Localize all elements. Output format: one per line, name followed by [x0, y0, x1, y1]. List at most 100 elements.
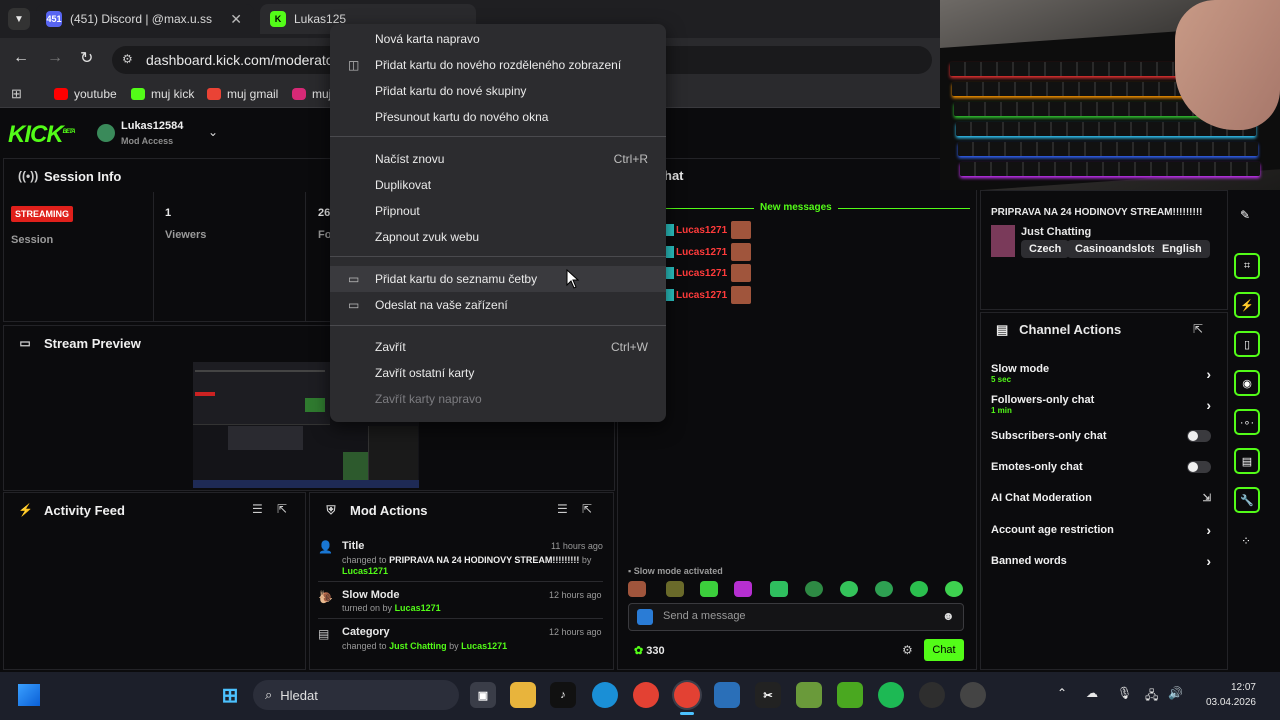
menu-item-close-others[interactable]: Zavřít ostatní karty	[330, 360, 666, 386]
tab-search-button[interactable]: ▼	[8, 8, 30, 30]
stream-category[interactable]: Just Chatting	[1021, 226, 1091, 238]
bookmark-youtube[interactable]: youtube	[54, 85, 117, 103]
widgets-icon[interactable]	[18, 684, 40, 706]
account-age-row[interactable]: Account age restriction ›	[991, 522, 1211, 538]
users-icon[interactable]: ⁘	[1241, 534, 1251, 548]
filter-icon[interactable]: ☰	[252, 502, 263, 516]
popout-icon[interactable]: ⇱	[1193, 322, 1203, 336]
note-icon[interactable]: ▯	[1234, 331, 1260, 357]
emote-icon[interactable]	[700, 581, 718, 597]
spotify-icon[interactable]	[878, 682, 904, 708]
emote-icon[interactable]	[734, 581, 752, 597]
capcut-icon[interactable]: ✂	[755, 682, 781, 708]
cloud-icon[interactable]: ☁	[1086, 686, 1098, 700]
subscribers-only-toggle[interactable]	[1187, 430, 1211, 442]
emoji-icon[interactable]: ☻	[942, 609, 955, 623]
emotes-only-toggle[interactable]	[1187, 461, 1211, 473]
tab-discord[interactable]: 451 (451) Discord | @max.u.ss ✕	[36, 4, 254, 34]
taskbar-search[interactable]: ⌕ Hledat	[253, 680, 459, 710]
emote-icon[interactable]	[666, 581, 684, 597]
send-chat-button[interactable]: Chat	[924, 639, 964, 661]
mod-action-user[interactable]: Lucas1271	[395, 603, 441, 613]
tag-pill[interactable]: English	[1154, 240, 1210, 258]
menu-item-reload[interactable]: Načíst znovu Ctrl+R	[330, 146, 666, 172]
kick-logo[interactable]: KICKBETA	[8, 121, 76, 149]
emote-icon[interactable]	[875, 581, 893, 597]
network-icon[interactable]: 🖧	[1145, 686, 1158, 707]
app-icon[interactable]	[960, 682, 986, 708]
layout-icon[interactable]: ▤	[1234, 448, 1260, 474]
menu-item-duplicate[interactable]: Duplikovat	[330, 172, 666, 198]
minecraft-icon[interactable]	[796, 682, 822, 708]
chevron-down-icon[interactable]: ⌄	[208, 125, 218, 139]
tiktok-icon[interactable]: ♪	[550, 682, 576, 708]
nvidia-icon[interactable]	[837, 682, 863, 708]
menu-item-split-view[interactable]: ◫ Přidat kartu do nového rozděleného zobr…	[330, 52, 666, 78]
popout-icon[interactable]: ⇱	[277, 502, 287, 516]
new-messages-label[interactable]: New messages	[754, 202, 838, 213]
category-thumbnail[interactable]	[991, 225, 1015, 257]
tag-pill[interactable]: Casinoandslots	[1067, 240, 1165, 258]
chevron-up-icon[interactable]: ⌃	[1057, 686, 1067, 700]
bookmark-muj-gmail[interactable]: muj gmail	[207, 85, 278, 103]
mod-action-user[interactable]: Lucas1271	[342, 566, 388, 576]
screen-capture-icon[interactable]	[714, 682, 740, 708]
back-icon[interactable]: ←	[13, 49, 29, 67]
pin-message-icon[interactable]	[637, 609, 653, 625]
followers-only-row[interactable]: Followers-only chat 1 min ›	[991, 394, 1211, 415]
menu-item-label: Přidat kartu do nového rozděleného zobra…	[375, 58, 622, 72]
slow-mode-row[interactable]: Slow mode 5 sec ›	[991, 363, 1211, 384]
tag-pill[interactable]: Czech	[1021, 240, 1070, 258]
mod-action-user[interactable]: Lucas1271	[461, 641, 507, 651]
channel-points[interactable]: ✿ 330	[634, 644, 665, 657]
emote-icon[interactable]	[805, 581, 823, 597]
reload-icon[interactable]: ↻	[80, 48, 93, 68]
banned-words-row[interactable]: Banned words ›	[991, 553, 1211, 569]
clock[interactable]: 12:07 03.04.2026	[1196, 680, 1256, 710]
bolt-icon[interactable]: ⚡	[1234, 292, 1260, 318]
action-label: Banned words	[991, 555, 1067, 567]
emote-icon[interactable]	[910, 581, 928, 597]
chat-username[interactable]: Lucas1271	[676, 290, 727, 301]
bookmark-muj-instagram[interactable]: muj	[292, 85, 331, 103]
gear-icon[interactable]: ⚙	[902, 643, 913, 657]
wrench-icon[interactable]: 🔧	[1234, 487, 1260, 513]
filter-icon[interactable]: ☰	[557, 502, 568, 516]
site-settings-icon[interactable]: ⚙	[122, 52, 133, 66]
bookmark-muj-kick[interactable]: muj kick	[131, 85, 194, 103]
clip-icon[interactable]: ⌗	[1234, 253, 1260, 279]
menu-item-new-tab-right[interactable]: Nová karta napravo	[330, 26, 666, 52]
menu-item-reading-list[interactable]: ▭ Přidat kartu do seznamu četby	[330, 266, 666, 292]
windows-start-icon[interactable]: ⊞	[217, 682, 243, 708]
chat-username[interactable]: Lucas1271	[676, 225, 727, 236]
file-explorer-icon[interactable]	[510, 682, 536, 708]
emote-icon[interactable]	[770, 581, 788, 597]
menu-item-pin[interactable]: Připnout	[330, 198, 666, 224]
chat-username[interactable]: Lucas1271	[676, 268, 727, 279]
edit-icon[interactable]: ✎	[1240, 208, 1250, 222]
broadcast-icon[interactable]: ·∘·	[1234, 409, 1260, 435]
volume-icon[interactable]: 🔊	[1168, 686, 1183, 700]
apps-grid-icon[interactable]: ⊞	[11, 86, 22, 102]
menu-item-send-device[interactable]: ▭ Odeslat na vaše zařízení	[330, 292, 666, 318]
menu-item-close[interactable]: Zavřít Ctrl+W	[330, 334, 666, 360]
emote-icon[interactable]	[840, 581, 858, 597]
obs-icon[interactable]	[919, 682, 945, 708]
chat-bubble-icon[interactable]: ◉	[1234, 370, 1260, 396]
emote-icon[interactable]	[945, 581, 963, 597]
mod-action-value[interactable]: Just Chatting	[389, 641, 447, 651]
ai-moderation-row[interactable]: AI Chat Moderation ⇲	[991, 492, 1211, 504]
popout-icon[interactable]: ⇱	[582, 502, 592, 516]
close-tab-icon[interactable]: ✕	[230, 11, 242, 28]
chrome-active-icon[interactable]	[674, 682, 700, 708]
chrome-icon[interactable]	[633, 682, 659, 708]
forward-icon[interactable]: →	[47, 49, 63, 67]
edge-icon[interactable]	[592, 682, 618, 708]
task-view-icon[interactable]: ▣	[470, 682, 496, 708]
chat-username[interactable]: Lucas1271	[676, 247, 727, 258]
emote-icon[interactable]	[628, 581, 646, 597]
menu-item-new-group[interactable]: Přidat kartu do nové skupiny	[330, 78, 666, 104]
microphone-icon[interactable]: 🎙	[1117, 686, 1132, 700]
menu-item-unmute[interactable]: Zapnout zvuk webu	[330, 224, 666, 250]
menu-item-new-window[interactable]: Přesunout kartu do nového okna	[330, 104, 666, 130]
